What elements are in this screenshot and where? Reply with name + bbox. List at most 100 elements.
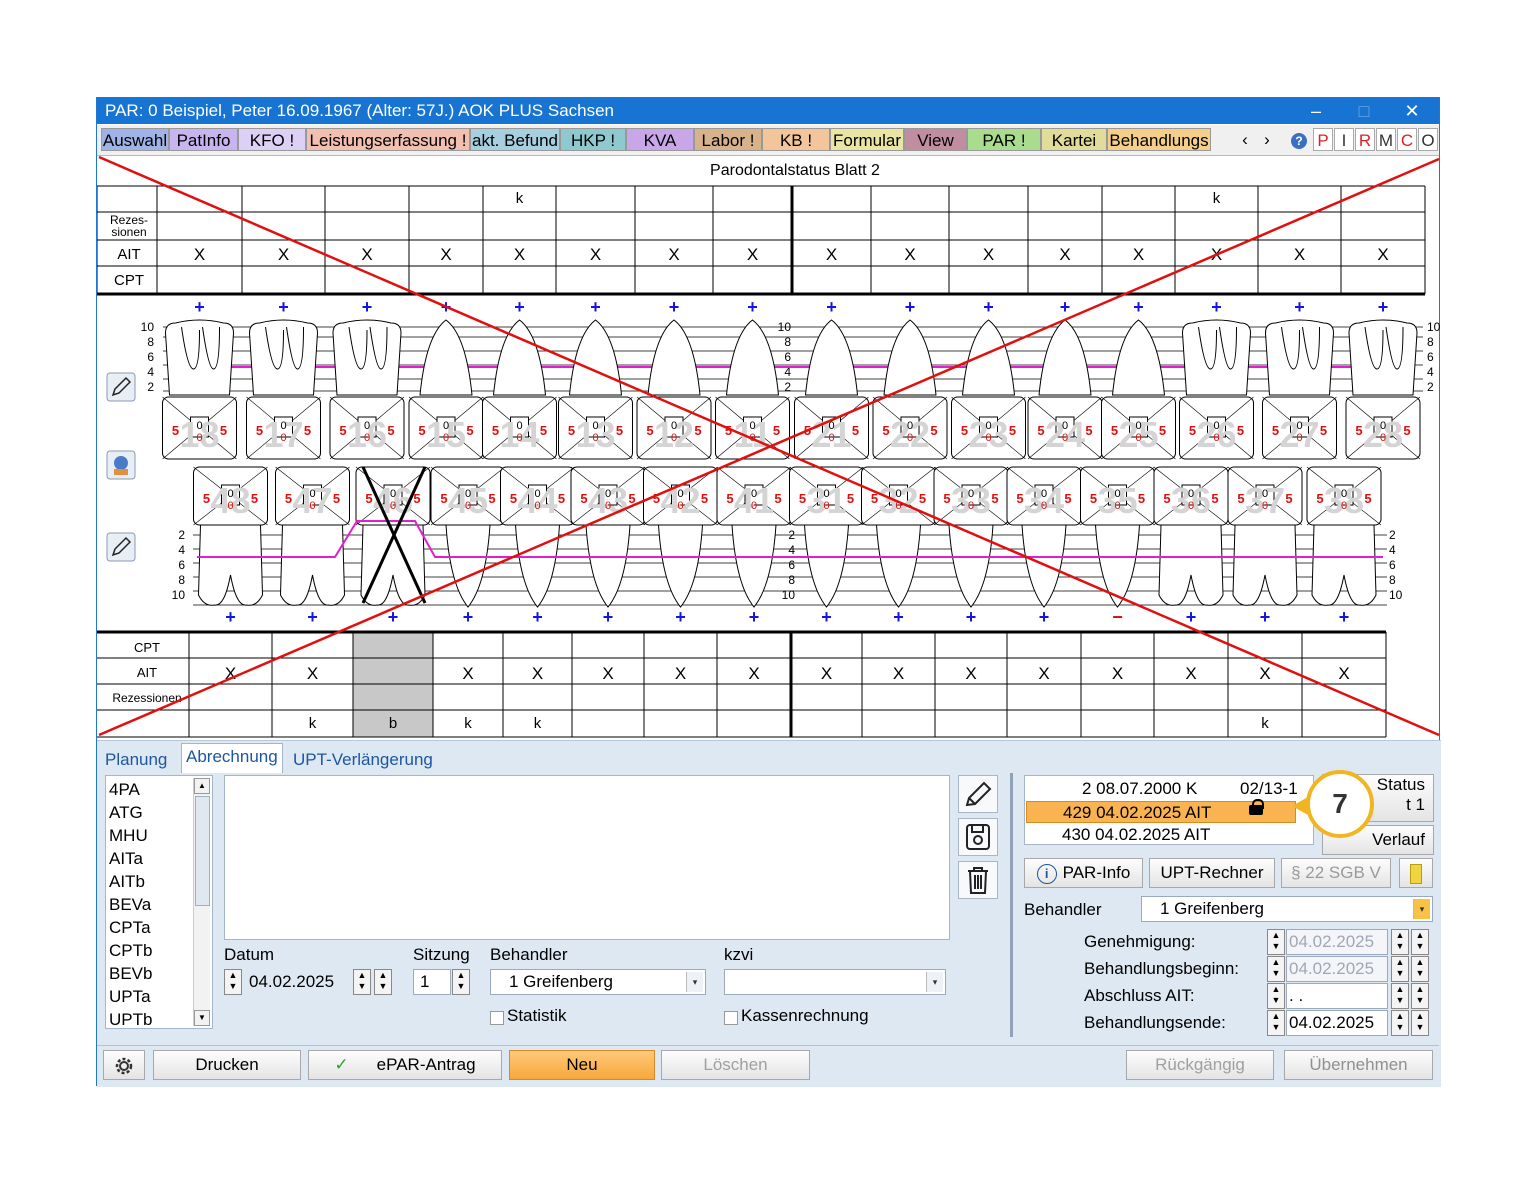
tab-kartei[interactable]: Kartei xyxy=(1041,128,1107,151)
list-item[interactable]: CPTb xyxy=(109,939,152,962)
edit-button[interactable] xyxy=(106,532,136,562)
save-button[interactable] xyxy=(958,818,998,856)
splitter[interactable] xyxy=(1010,773,1013,1037)
records-list[interactable]: 2 08.07.2000 K 02/13-1 429 04.02.2025 AIT 4… xyxy=(1024,775,1314,845)
datum-day-spin-icon[interactable]: ▲ ▼ xyxy=(353,969,371,995)
loeschen-button[interactable]: Löschen xyxy=(661,1050,810,1080)
close-icon[interactable]: ✕ xyxy=(1389,98,1435,124)
maximize-icon[interactable]: □ xyxy=(1341,98,1387,124)
note-button[interactable] xyxy=(1399,858,1433,888)
edit-button[interactable] xyxy=(106,372,136,402)
scroll-up-icon[interactable]: ▲ xyxy=(194,778,210,794)
behandler2-select[interactable]: 1 Greifenberg ▾ xyxy=(1141,896,1433,922)
tab-kva[interactable]: KVA xyxy=(626,128,694,151)
chevron-down-icon[interactable]: ▾ xyxy=(686,972,703,992)
lower-k-mark: k xyxy=(464,715,472,732)
tab-view[interactable]: View xyxy=(904,128,967,151)
pocket-value: 5 xyxy=(991,491,998,506)
tab-auswahl[interactable]: Auswahl xyxy=(101,128,169,151)
epar-antrag-button[interactable]: ✓ ePAR-Antrag xyxy=(308,1050,502,1080)
tab-abrechnung[interactable]: Abrechnung xyxy=(181,743,283,774)
record-row[interactable]: 430 04.02.2025 AIT xyxy=(1026,824,1296,844)
square-button-i[interactable]: I xyxy=(1334,128,1354,151)
square-button-c[interactable]: C xyxy=(1397,128,1417,151)
list-item[interactable]: AITb xyxy=(109,870,152,893)
list-item[interactable]: BEVa xyxy=(109,893,152,916)
statistik-checkbox[interactable] xyxy=(490,1011,504,1025)
tab-planung[interactable]: Planung xyxy=(105,747,167,773)
date-input[interactable]: . . xyxy=(1286,983,1388,1009)
date-day-spin-icon[interactable]: ▲ ▼ xyxy=(1391,1010,1409,1036)
tab-par[interactable]: PAR ! xyxy=(967,128,1041,151)
list-item[interactable]: 4PA xyxy=(109,778,152,801)
chevron-down-icon[interactable]: ▾ xyxy=(926,972,943,992)
scroll-thumb[interactable] xyxy=(195,796,210,906)
tab-kfo[interactable]: KFO ! xyxy=(238,128,306,151)
date-month-spin-icon[interactable]: ▲ ▼ xyxy=(1411,956,1429,982)
tab-labor[interactable]: Labor ! xyxy=(694,128,762,151)
record-row[interactable]: 429 04.02.2025 AIT xyxy=(1026,799,1296,823)
datum-month-spin-icon[interactable]: ▲ ▼ xyxy=(374,969,392,995)
behandler-select[interactable]: 1 Greifenberg ▾ xyxy=(490,969,706,995)
tab-kb[interactable]: KB ! xyxy=(762,128,830,151)
scroll-down-icon[interactable]: ▼ xyxy=(194,1010,210,1026)
date-day-spin-icon[interactable]: ▲ ▼ xyxy=(1391,983,1409,1009)
upt-rechner-button[interactable]: UPT-Rechner xyxy=(1149,858,1275,888)
tab-leistungserfassung[interactable]: Leistungserfassung ! xyxy=(306,128,470,151)
square-button-r[interactable]: R xyxy=(1355,128,1375,151)
uebernehmen-button[interactable]: Übernehmen xyxy=(1284,1050,1433,1080)
rueckgaengig-button[interactable]: Rückgängig xyxy=(1126,1050,1274,1080)
service-list[interactable]: 4PA ATG MHU AITa AITb BEVa CPTa CPTb BEVb UPTa UPT… xyxy=(105,775,213,1029)
datum-value[interactable]: 04.02.2025 xyxy=(249,972,334,992)
delete-button[interactable] xyxy=(958,861,998,899)
minimize-icon[interactable]: – xyxy=(1293,98,1339,124)
sgb-button[interactable]: § 22 SGB V xyxy=(1281,858,1391,888)
scroll-right-icon[interactable]: › xyxy=(1257,128,1277,151)
list-item[interactable]: MHU xyxy=(109,824,152,847)
par-info-button[interactable]: i PAR-Info xyxy=(1024,858,1143,888)
chevron-down-icon[interactable]: ▾ xyxy=(1413,899,1430,919)
date-spin-icon[interactable]: ▲ ▼ xyxy=(1267,956,1285,982)
date-input[interactable]: 04.02.2025 xyxy=(1286,929,1388,955)
list-scrollbar[interactable]: ▲ ▼ xyxy=(193,778,210,1026)
sitzung-spin-icon[interactable]: ▲ ▼ xyxy=(452,969,470,995)
date-month-spin-icon[interactable]: ▲ ▼ xyxy=(1411,983,1429,1009)
date-day-spin-icon[interactable]: ▲ ▼ xyxy=(1391,929,1409,955)
record-row[interactable]: 2 08.07.2000 K 02/13-1 xyxy=(1026,778,1298,800)
drucken-button[interactable]: Drucken xyxy=(153,1050,301,1080)
tab-formular[interactable]: Formular xyxy=(830,128,904,151)
scroll-left-icon[interactable]: ‹ xyxy=(1235,128,1255,151)
settings-button[interactable] xyxy=(103,1050,145,1080)
date-spin-icon[interactable]: ▲ ▼ xyxy=(1267,1010,1285,1036)
list-item[interactable]: ATG xyxy=(109,801,152,824)
kzvi-select[interactable]: ▾ xyxy=(724,969,946,995)
date-spin-icon[interactable]: ▲ ▼ xyxy=(1267,983,1285,1009)
sitzung-input[interactable]: 1 xyxy=(413,969,451,995)
neu-button[interactable]: Neu xyxy=(509,1050,655,1080)
notes-area[interactable] xyxy=(224,775,950,940)
tab-akt-befund[interactable]: akt. Befund xyxy=(470,128,560,151)
date-month-spin-icon[interactable]: ▲ ▼ xyxy=(1411,929,1429,955)
date-spin-icon[interactable]: ▲ ▼ xyxy=(1267,929,1285,955)
date-input[interactable]: 04.02.2025 xyxy=(1286,1010,1388,1036)
list-item[interactable]: UPTb xyxy=(109,1008,152,1031)
square-button-p[interactable]: P xyxy=(1313,128,1333,151)
datum-spin-icon[interactable]: ▲ ▼ xyxy=(224,969,242,995)
square-button-o[interactable]: O xyxy=(1418,128,1438,151)
help-icon[interactable]: ? xyxy=(1289,128,1309,151)
list-item[interactable]: BEVb xyxy=(109,962,152,985)
tab-upt-verlaengerung[interactable]: UPT-Verlängerung xyxy=(293,747,433,773)
tab-behandlungs[interactable]: Behandlungs xyxy=(1107,128,1211,151)
tab-patinfo[interactable]: PatInfo xyxy=(169,128,238,151)
list-item[interactable]: AITa xyxy=(109,847,152,870)
date-month-spin-icon[interactable]: ▲ ▼ xyxy=(1411,1010,1429,1036)
edit-button[interactable] xyxy=(958,775,998,813)
date-input[interactable]: 04.02.2025 xyxy=(1286,956,1388,982)
list-item[interactable]: CPTa xyxy=(109,916,152,939)
tab-hkp[interactable]: HKP ! xyxy=(560,128,626,151)
kassenrechnung-checkbox[interactable] xyxy=(724,1011,738,1025)
date-day-spin-icon[interactable]: ▲ ▼ xyxy=(1391,956,1409,982)
square-button-m[interactable]: M xyxy=(1376,128,1396,151)
patient-button[interactable] xyxy=(106,450,136,480)
list-item[interactable]: UPTa xyxy=(109,985,152,1008)
